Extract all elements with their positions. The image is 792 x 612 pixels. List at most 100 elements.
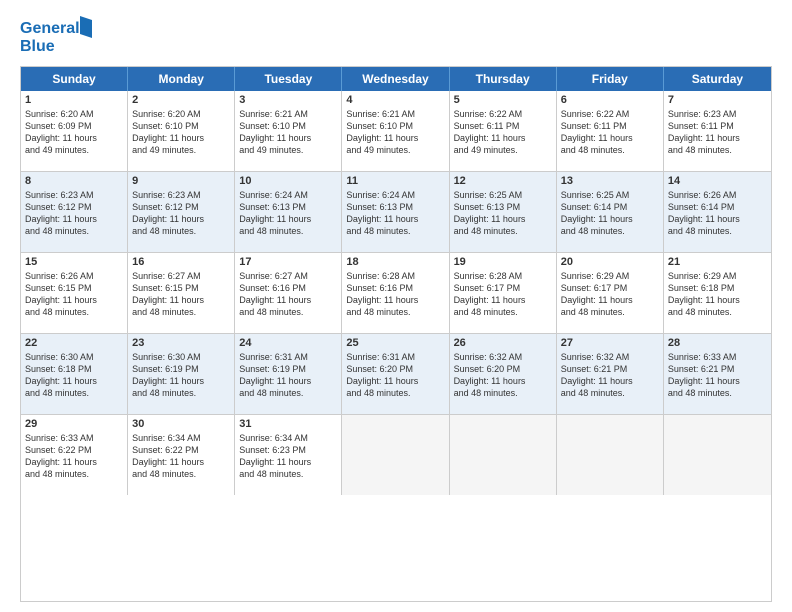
cell-text: Sunrise: 6:30 AMSunset: 6:19 PMDaylight:… [132, 351, 230, 400]
calendar-cell: 25Sunrise: 6:31 AMSunset: 6:20 PMDayligh… [342, 334, 449, 414]
cell-text: Sunrise: 6:24 AMSunset: 6:13 PMDaylight:… [239, 189, 337, 238]
day-number: 16 [132, 256, 230, 268]
calendar-row: 29Sunrise: 6:33 AMSunset: 6:22 PMDayligh… [21, 415, 771, 495]
calendar-cell: 14Sunrise: 6:26 AMSunset: 6:14 PMDayligh… [664, 172, 771, 252]
day-number: 14 [668, 175, 767, 187]
calendar-row: 1Sunrise: 6:20 AMSunset: 6:09 PMDaylight… [21, 91, 771, 172]
day-number: 29 [25, 418, 123, 430]
cell-text: Sunrise: 6:29 AMSunset: 6:17 PMDaylight:… [561, 270, 659, 319]
calendar-cell: 5Sunrise: 6:22 AMSunset: 6:11 PMDaylight… [450, 91, 557, 171]
day-number: 10 [239, 175, 337, 187]
calendar-cell: 31 Sunrise: 6:34 AMSunset: 6:23 PMDayligh… [235, 415, 342, 495]
cell-text: Sunrise: 6:34 AMSunset: 6:23 PMDaylight:… [239, 432, 337, 481]
day-number: 4 [346, 94, 444, 106]
day-number: 23 [132, 337, 230, 349]
day-number: 5 [454, 94, 552, 106]
day-number: 17 [239, 256, 337, 268]
calendar-cell: 13 Sunrise: 6:25 AMSunset: 6:14 PMDayligh… [557, 172, 664, 252]
cell-text: Sunrise: 6:30 AMSunset: 6:18 PMDaylight:… [25, 351, 123, 400]
calendar-cell [342, 415, 449, 495]
day-number: 3 [239, 94, 337, 106]
day-number: 11 [346, 175, 444, 187]
day-number: 24 [239, 337, 337, 349]
cell-text: Sunrise: 6:32 AMSunset: 6:21 PMDaylight:… [561, 351, 659, 400]
weekday-header: Thursday [450, 67, 557, 91]
svg-text:Blue: Blue [20, 38, 55, 55]
calendar-header: SundayMondayTuesdayWednesdayThursdayFrid… [21, 67, 771, 91]
calendar-cell: 26 Sunrise: 6:32 AMSunset: 6:20 PMDayligh… [450, 334, 557, 414]
cell-text: Sunrise: 6:25 AMSunset: 6:14 PMDaylight:… [561, 189, 659, 238]
day-number: 12 [454, 175, 552, 187]
logo: GeneralBlue [20, 16, 92, 56]
calendar-row: 8 Sunrise: 6:23 AMSunset: 6:12 PMDaylight… [21, 172, 771, 253]
day-number: 31 [239, 418, 337, 430]
calendar-cell [450, 415, 557, 495]
cell-text: Sunrise: 6:21 AMSunset: 6:10 PMDaylight:… [239, 108, 337, 157]
calendar-cell: 23 Sunrise: 6:30 AMSunset: 6:19 PMDayligh… [128, 334, 235, 414]
cell-text: Sunrise: 6:23 AMSunset: 6:12 PMDaylight:… [132, 189, 230, 238]
calendar-cell: 4 Sunrise: 6:21 AMSunset: 6:10 PMDaylight… [342, 91, 449, 171]
calendar-cell [664, 415, 771, 495]
cell-text: Sunrise: 6:29 AMSunset: 6:18 PMDaylight:… [668, 270, 767, 319]
weekday-header: Sunday [21, 67, 128, 91]
calendar-cell: 1Sunrise: 6:20 AMSunset: 6:09 PMDaylight… [21, 91, 128, 171]
day-number: 26 [454, 337, 552, 349]
cell-text: Sunrise: 6:20 AMSunset: 6:10 PMDaylight:… [132, 108, 230, 157]
calendar-cell: 9 Sunrise: 6:23 AMSunset: 6:12 PMDaylight… [128, 172, 235, 252]
day-number: 2 [132, 94, 230, 106]
weekday-header: Friday [557, 67, 664, 91]
calendar-row: 15 Sunrise: 6:26 AMSunset: 6:15 PMDayligh… [21, 253, 771, 334]
calendar-cell: 18 Sunrise: 6:28 AMSunset: 6:16 PMDayligh… [342, 253, 449, 333]
day-number: 9 [132, 175, 230, 187]
cell-text: Sunrise: 6:31 AMSunset: 6:19 PMDaylight:… [239, 351, 337, 400]
cell-text: Sunrise: 6:24 AMSunset: 6:13 PMDaylight:… [346, 189, 444, 238]
cell-text: Sunrise: 6:25 AMSunset: 6:13 PMDaylight:… [454, 189, 552, 238]
day-number: 30 [132, 418, 230, 430]
calendar-cell: 10 Sunrise: 6:24 AMSunset: 6:13 PMDayligh… [235, 172, 342, 252]
calendar-cell: 30 Sunrise: 6:34 AMSunset: 6:22 PMDayligh… [128, 415, 235, 495]
day-number: 19 [454, 256, 552, 268]
calendar-cell: 19 Sunrise: 6:28 AMSunset: 6:17 PMDayligh… [450, 253, 557, 333]
calendar-cell: 2 Sunrise: 6:20 AMSunset: 6:10 PMDaylight… [128, 91, 235, 171]
calendar-cell: 6Sunrise: 6:22 AMSunset: 6:11 PMDaylight… [557, 91, 664, 171]
day-number: 25 [346, 337, 444, 349]
calendar-cell: 12 Sunrise: 6:25 AMSunset: 6:13 PMDayligh… [450, 172, 557, 252]
logo-svg: GeneralBlue [20, 16, 92, 56]
calendar-cell: 29Sunrise: 6:33 AMSunset: 6:22 PMDayligh… [21, 415, 128, 495]
cell-text: Sunrise: 6:32 AMSunset: 6:20 PMDaylight:… [454, 351, 552, 400]
calendar-cell: 22 Sunrise: 6:30 AMSunset: 6:18 PMDayligh… [21, 334, 128, 414]
calendar-cell: 28 Sunrise: 6:33 AMSunset: 6:21 PMDayligh… [664, 334, 771, 414]
calendar-cell: 27Sunrise: 6:32 AMSunset: 6:21 PMDayligh… [557, 334, 664, 414]
day-number: 28 [668, 337, 767, 349]
day-number: 22 [25, 337, 123, 349]
header: GeneralBlue [20, 16, 772, 56]
calendar-cell: 21 Sunrise: 6:29 AMSunset: 6:18 PMDayligh… [664, 253, 771, 333]
weekday-header: Wednesday [342, 67, 449, 91]
day-number: 8 [25, 175, 123, 187]
day-number: 15 [25, 256, 123, 268]
day-number: 6 [561, 94, 659, 106]
day-number: 7 [668, 94, 767, 106]
calendar-cell: 11 Sunrise: 6:24 AMSunset: 6:13 PMDayligh… [342, 172, 449, 252]
calendar-cell: 24 Sunrise: 6:31 AMSunset: 6:19 PMDayligh… [235, 334, 342, 414]
weekday-header: Tuesday [235, 67, 342, 91]
svg-text:General: General [20, 20, 80, 37]
day-number: 13 [561, 175, 659, 187]
day-number: 21 [668, 256, 767, 268]
weekday-header: Saturday [664, 67, 771, 91]
day-number: 1 [25, 94, 123, 106]
calendar-row: 22 Sunrise: 6:30 AMSunset: 6:18 PMDayligh… [21, 334, 771, 415]
cell-text: Sunrise: 6:26 AMSunset: 6:15 PMDaylight:… [25, 270, 123, 319]
calendar-body: 1Sunrise: 6:20 AMSunset: 6:09 PMDaylight… [21, 91, 771, 495]
day-number: 20 [561, 256, 659, 268]
calendar-cell: 16Sunrise: 6:27 AMSunset: 6:15 PMDayligh… [128, 253, 235, 333]
cell-text: Sunrise: 6:28 AMSunset: 6:17 PMDaylight:… [454, 270, 552, 319]
cell-text: Sunrise: 6:28 AMSunset: 6:16 PMDaylight:… [346, 270, 444, 319]
cell-text: Sunrise: 6:34 AMSunset: 6:22 PMDaylight:… [132, 432, 230, 481]
cell-text: Sunrise: 6:21 AMSunset: 6:10 PMDaylight:… [346, 108, 444, 157]
day-number: 18 [346, 256, 444, 268]
cell-text: Sunrise: 6:33 AMSunset: 6:21 PMDaylight:… [668, 351, 767, 400]
calendar-cell: 8 Sunrise: 6:23 AMSunset: 6:12 PMDaylight… [21, 172, 128, 252]
calendar-cell: 17Sunrise: 6:27 AMSunset: 6:16 PMDayligh… [235, 253, 342, 333]
cell-text: Sunrise: 6:23 AMSunset: 6:12 PMDaylight:… [25, 189, 123, 238]
